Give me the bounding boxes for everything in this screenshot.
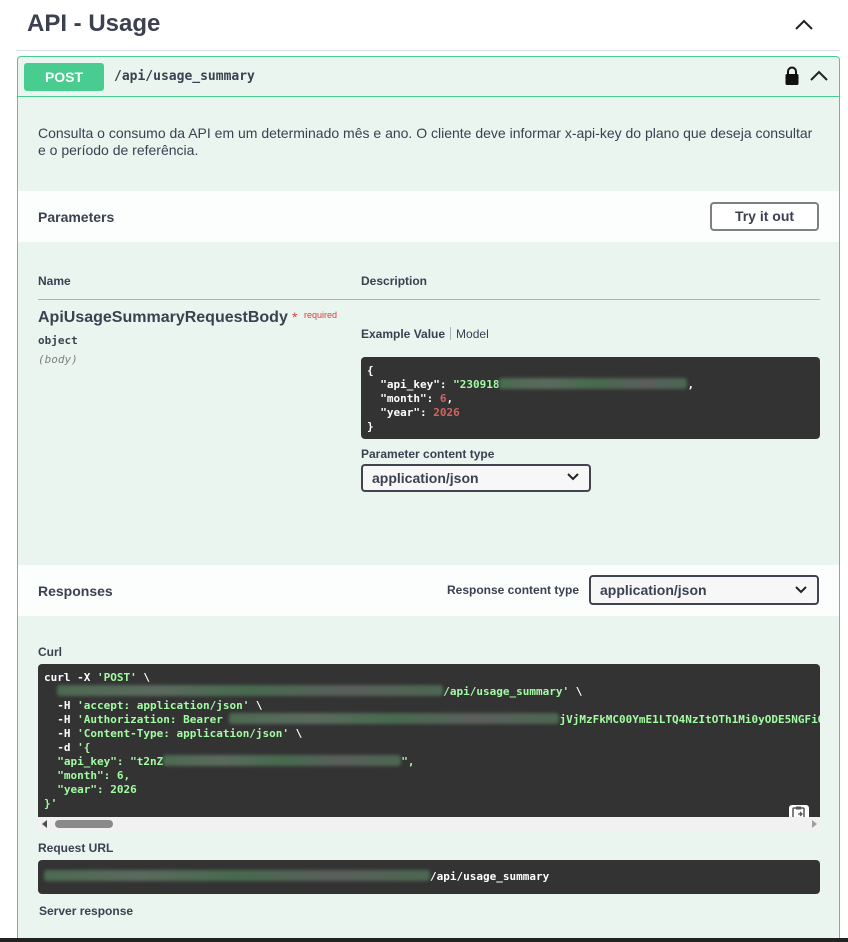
lock-icon[interactable] — [784, 66, 800, 86]
responses-title: Responses — [38, 583, 113, 599]
curl-api-key-value: "t2nZ — [130, 755, 164, 768]
curl-flag: -H — [44, 713, 78, 726]
curl-data-open: '{ — [77, 741, 91, 754]
try-it-out-button[interactable]: Try it out — [710, 202, 819, 231]
parameter-location: (body) — [38, 353, 78, 366]
curl-auth-token-tail: jVjMzFkMC00YmE1LTQ4NzItOTh1Mi0yODE5NGFiO — [559, 713, 820, 726]
request-url-label: Request URL — [38, 841, 114, 855]
operation-block: POST /api/usage_summary Consulta o consu… — [17, 56, 840, 942]
collapse-operation-icon[interactable] — [808, 65, 830, 87]
curl-year: "year": 2026 — [44, 783, 137, 796]
column-divider — [38, 299, 820, 300]
curl-api-key-key: "api_key": — [44, 755, 131, 768]
curl-method: 'POST' — [96, 671, 137, 684]
redacted-curl-api-key — [163, 755, 402, 766]
redacted-curl-host — [57, 685, 444, 696]
parameter-type: object — [38, 334, 78, 347]
scroll-left-arrow-icon[interactable] — [42, 820, 47, 828]
chevron-down-icon — [795, 586, 807, 594]
redacted-api-key — [499, 378, 688, 389]
curl-continuation: \ — [569, 685, 583, 698]
curl-auth-header: 'Authorization: Bearer — [77, 713, 230, 726]
json-key-month: "month" — [380, 392, 427, 405]
response-content-type-label: Response content type — [447, 583, 580, 597]
request-url-path: /api/usage_summary — [430, 870, 550, 883]
json-open-brace: { — [367, 364, 374, 377]
operation-description: Consulta o consumo da API em um determin… — [38, 125, 813, 158]
parameter-content-type-value: application/json — [372, 470, 479, 486]
required-star: * — [292, 309, 298, 325]
parameters-bar: Parameters Try it out — [18, 191, 839, 242]
curl-line-1: curl -X — [44, 671, 97, 684]
section-title: API - Usage — [27, 10, 161, 37]
tab-example-value[interactable]: Example Value — [361, 327, 445, 341]
curl-api-key-end: ", — [401, 755, 415, 768]
curl-flag: -H — [44, 727, 78, 740]
json-value-api-key: "230918 — [453, 378, 500, 391]
json-key-year: "year" — [380, 406, 420, 419]
curl-continuation: \ — [289, 727, 303, 740]
server-response-label: Server response — [39, 904, 134, 918]
curl-flag: -H — [44, 699, 78, 712]
json-value-year: 2026 — [433, 406, 460, 419]
curl-continuation: \ — [249, 699, 263, 712]
name-column-header: Name — [38, 274, 71, 288]
chevron-down-icon — [567, 473, 579, 481]
parameter-content-type-label: Parameter content type — [361, 447, 495, 461]
required-label: required — [304, 310, 338, 320]
tab-separator — [450, 327, 452, 340]
curl-label: Curl — [38, 645, 62, 659]
curl-content-type-header: 'Content-Type: application/json' — [77, 727, 290, 740]
example-value-code[interactable]: { "api_key": "230918, "month": 6, "year"… — [361, 357, 820, 439]
curl-code[interactable]: curl -X 'POST' \ /api/usage_summary' \ -… — [38, 664, 820, 817]
description-column-header: Description — [361, 274, 428, 288]
curl-url: /api/usage_summary' — [443, 685, 570, 698]
parameter-content-type-select[interactable]: application/json — [361, 464, 591, 492]
method-badge: POST — [24, 63, 104, 91]
response-content-type-select[interactable]: application/json — [589, 575, 819, 605]
curl-month: "month": 6, — [44, 769, 131, 782]
json-value-month: 6 — [439, 392, 447, 405]
window-bottom-edge — [0, 938, 848, 942]
curl-accept-header: 'accept: application/json' — [77, 699, 250, 712]
curl-continuation: \ — [136, 671, 150, 684]
json-close-brace: } — [367, 420, 374, 433]
example-model-tabs: Example Value Model — [361, 327, 489, 341]
curl-flag: -d — [44, 741, 78, 754]
operation-summary[interactable]: POST /api/usage_summary — [18, 57, 839, 97]
responses-bar: Responses Response content type applicat… — [18, 565, 839, 616]
parameters-title: Parameters — [38, 209, 115, 225]
redacted-request-host — [44, 870, 430, 881]
json-key-api-key: "api_key" — [380, 378, 440, 391]
chevron-up-icon[interactable] — [793, 14, 815, 36]
response-content-type-value: application/json — [600, 582, 707, 598]
scroll-right-arrow-icon[interactable] — [812, 820, 817, 828]
parameter-name: ApiUsageSummaryRequestBody — [38, 309, 288, 326]
curl-horizontal-scrollbar[interactable] — [38, 817, 820, 831]
scrollbar-thumb[interactable] — [55, 820, 113, 828]
operation-path: /api/usage_summary — [114, 69, 255, 84]
curl-data-close: }' — [44, 797, 58, 810]
redacted-bearer-token — [229, 713, 560, 724]
tab-model[interactable]: Model — [456, 327, 489, 341]
section-header[interactable]: API - Usage — [16, 0, 840, 51]
request-url-value[interactable]: /api/usage_summary — [38, 860, 820, 894]
